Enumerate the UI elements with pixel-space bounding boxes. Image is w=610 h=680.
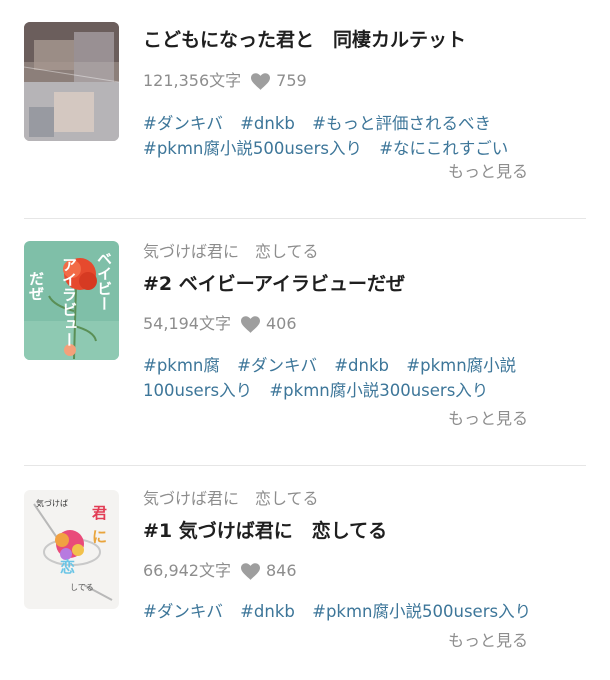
work-cover-thumbnail[interactable]: 気づけば 君 に 恋 してる <box>24 490 119 609</box>
tag-link[interactable]: 100users入り <box>143 381 252 400</box>
cover-title-text: に <box>92 528 107 546</box>
series-name[interactable]: 気づけば君に 恋してる <box>143 241 590 263</box>
work-meta: 121,356文字 759 <box>143 70 590 92</box>
see-more-link[interactable]: もっと見る <box>448 161 528 183</box>
character-count: 66,942文字 <box>143 561 231 580</box>
see-more-link[interactable]: もっと見る <box>448 630 528 652</box>
tag-link[interactable]: #pkmn腐小説500users入り <box>312 602 531 621</box>
work-cover-thumbnail[interactable]: だぜ アイラビュー ベイビー <box>24 241 119 360</box>
cover-title-text: してる <box>70 583 94 592</box>
see-more-link[interactable]: もっと見る <box>448 408 528 430</box>
tag-link[interactable]: #ダンキバ <box>143 602 223 621</box>
like-count: 406 <box>266 314 297 333</box>
tag-link[interactable]: #ダンキバ <box>143 114 223 133</box>
tag-link[interactable]: #なにこれすごい <box>379 139 508 158</box>
heart-icon <box>241 562 260 580</box>
work-card[interactable]: だぜ アイラビュー ベイビー 気づけば君に 恋してる #2 ベイビーアイラビュー… <box>0 219 610 465</box>
tag-link[interactable]: #pkmn腐 <box>143 356 220 375</box>
work-meta: 54,194文字 406 <box>143 313 590 335</box>
cover-title-text: ベイビー <box>95 251 113 311</box>
tag-link[interactable]: #ダンキバ <box>237 356 317 375</box>
tag-link[interactable]: #pkmn腐小説 <box>406 356 516 375</box>
tag-link[interactable]: #pkmn腐小説500users入り <box>143 139 362 158</box>
series-name[interactable]: 気づけば君に 恋してる <box>143 488 590 510</box>
work-cover-thumbnail[interactable] <box>24 22 119 141</box>
cover-title-text: アイラビュー <box>60 257 78 347</box>
tag-link[interactable]: #pkmn腐小説300users入り <box>269 381 488 400</box>
tag-link[interactable]: #dnkb <box>334 356 389 375</box>
tag-link[interactable]: #dnkb <box>240 602 295 621</box>
cover-title-text: だぜ <box>27 271 45 301</box>
tag-link[interactable]: #もっと評価されるべき <box>312 114 491 133</box>
character-count: 121,356文字 <box>143 71 242 90</box>
cover-title-text: 君 <box>92 504 107 522</box>
work-title[interactable]: #1 気づけば君に 恋してる <box>143 518 590 544</box>
work-card[interactable]: こどもになった君と 同棲カルテット 121,356文字 759 #ダンキバ #d… <box>0 0 610 218</box>
character-count: 54,194文字 <box>143 314 231 333</box>
cover-title-text: 恋 <box>60 558 75 576</box>
cover-title-text: 気づけば <box>36 498 68 508</box>
tag-link[interactable]: #dnkb <box>240 114 295 133</box>
heart-icon <box>251 72 271 90</box>
work-meta: 66,942文字 846 <box>143 560 590 582</box>
heart-icon <box>241 315 260 333</box>
works-list: こどもになった君と 同棲カルテット 121,356文字 759 #ダンキバ #d… <box>0 0 610 680</box>
tag-list: #ダンキバ #dnkb #pkmn腐小説500users入り <box>143 599 590 624</box>
tag-list: #pkmn腐 #ダンキバ #dnkb #pkmn腐小説 100users入り #… <box>143 353 590 403</box>
work-title[interactable]: こどもになった君と 同棲カルテット <box>143 27 590 53</box>
like-count: 759 <box>276 71 307 90</box>
work-title[interactable]: #2 ベイビーアイラビューだぜ <box>143 271 590 297</box>
like-count: 846 <box>266 561 297 580</box>
work-card[interactable]: 気づけば 君 に 恋 してる 気づけば君に 恋してる #1 気づけば君に 恋して… <box>0 466 610 680</box>
tag-list: #ダンキバ #dnkb #もっと評価されるべき #pkmn腐小説500users… <box>143 111 590 161</box>
